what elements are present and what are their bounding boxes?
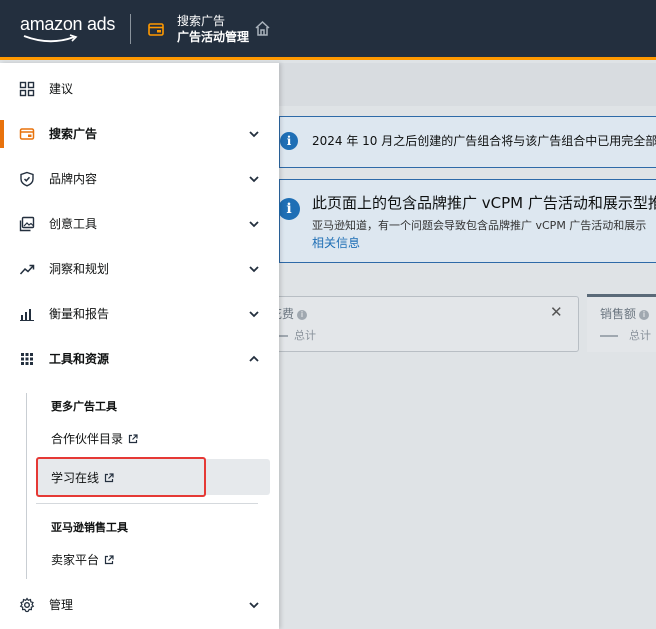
info-icon: i [280, 132, 298, 150]
gear-icon [19, 597, 35, 613]
logo-text: amazon ads [20, 14, 116, 34]
external-link-icon [104, 555, 114, 565]
header-divider [130, 14, 131, 44]
image-icon [19, 216, 35, 232]
sidebar-item-label: 创意工具 [49, 217, 98, 231]
metric-total: 总计 [294, 329, 316, 342]
banner-text: 2024 年 10 月之后创建的广告组合将与该广告组合中已用完全部预算 [312, 134, 656, 148]
sidebar-item-label: 工具和资源 [49, 352, 110, 366]
breadcrumb: 搜索广告 广告活动管理 [177, 13, 249, 45]
help-icon[interactable]: i [297, 310, 308, 320]
metric-dash [279, 335, 288, 337]
home-icon[interactable] [254, 20, 271, 37]
submenu-item-seller-platform[interactable]: 卖家平台 [36, 541, 270, 577]
chevron-up-icon [249, 355, 259, 362]
learn-more-link[interactable]: 相关信息 [312, 234, 360, 251]
grid-icon [19, 81, 35, 97]
info-banner-portfolio: i 2024 年 10 月之后创建的广告组合将与该广告组合中已用完全部预算 [279, 116, 656, 168]
breadcrumb-current: 广告活动管理 [177, 30, 250, 44]
bar-chart-icon [20, 309, 34, 321]
sidebar-item-creative-tools[interactable]: 创意工具 [0, 202, 279, 246]
sidebar-item-measurement[interactable]: 衡量和报告 [0, 292, 279, 336]
help-icon[interactable]: i [639, 310, 650, 320]
ad-card-icon [148, 23, 164, 36]
submenu-divider [36, 503, 258, 504]
smile-icon [23, 34, 78, 43]
sidebar-item-recommendations[interactable]: 建议 [0, 67, 279, 111]
sidebar-item-label: 建议 [49, 82, 74, 96]
close-icon[interactable]: ✕ [550, 303, 563, 321]
metric-total: 总计 [629, 329, 651, 342]
sidebar-item-insights[interactable]: 洞察和规划 [0, 247, 279, 291]
submenu-guide-line [26, 393, 27, 579]
sidebar-item-label: 品牌内容 [49, 172, 98, 186]
ad-card-icon [19, 128, 35, 140]
metric-label: 销售额 i [600, 305, 650, 322]
sidebar-item-tools-resources[interactable]: 工具和资源 [0, 337, 279, 381]
metric-card-sales[interactable]: 销售额 i 总计 [587, 294, 656, 352]
metric-label: 花费i [279, 305, 308, 322]
sidebar-item-label: 洞察和规划 [49, 262, 110, 276]
metric-card-spend[interactable]: 花费i 总计 ✕ [279, 296, 579, 352]
info-banner-vcpm: i 此页面上的包含品牌推广 vCPM 广告活动和展示型推 亚马逊知道，有一个问题… [279, 179, 656, 263]
chevron-down-icon [249, 266, 259, 273]
page-header-band [279, 63, 656, 106]
sidebar-item-search-ads[interactable]: 搜索广告 [0, 112, 279, 156]
shield-icon [20, 171, 34, 187]
main-content: i 2024 年 10 月之后创建的广告组合将与该广告组合中已用完全部预算 i … [279, 63, 656, 629]
chevron-down-icon [249, 176, 259, 183]
sidebar-item-brand-content[interactable]: 品牌内容 [0, 157, 279, 201]
external-link-icon [128, 434, 138, 444]
trend-icon [19, 264, 35, 275]
chevron-down-icon [249, 221, 259, 228]
sidebar-item-admin[interactable]: 管理 [0, 583, 279, 627]
metric-dash [600, 335, 618, 337]
submenu-item-label: 合作伙伴目录 [51, 432, 124, 446]
submenu-heading-amazon-selling-tools: 亚马逊销售工具 [51, 521, 128, 534]
banner-title: 此页面上的包含品牌推广 vCPM 广告活动和展示型推 [312, 194, 656, 212]
chevron-down-icon [249, 311, 259, 318]
banner-body: 亚马逊知道，有一个问题会导致包含品牌推广 vCPM 广告活动和展示 [312, 219, 647, 232]
active-indicator [0, 120, 4, 148]
amazon-ads-logo[interactable]: amazon ads [20, 12, 115, 46]
top-bar: amazon ads 搜索广告 广告活动管理 [0, 0, 656, 60]
submenu-heading-more-ad-tools: 更多广告工具 [51, 400, 117, 413]
sidebar-item-label: 搜索广告 [49, 127, 98, 141]
sidebar-item-label: 衡量和报告 [49, 307, 110, 321]
highlight-annotation-box [36, 457, 206, 497]
sidebar-item-label: 管理 [49, 598, 74, 612]
info-icon: i [279, 198, 300, 220]
dots-grid-icon [21, 353, 33, 365]
chevron-down-icon [249, 602, 259, 609]
breadcrumb-parent[interactable]: 搜索广告 [177, 13, 249, 29]
chevron-down-icon [249, 131, 259, 138]
sidebar-nav: 建议 搜索广告 品牌内容 创意工具 洞察和规划 衡量和报告 工具和资源 更多广告… [0, 63, 279, 629]
submenu-item-partner-directory[interactable]: 合作伙伴目录 [36, 420, 270, 456]
submenu-item-label: 卖家平台 [51, 553, 100, 567]
